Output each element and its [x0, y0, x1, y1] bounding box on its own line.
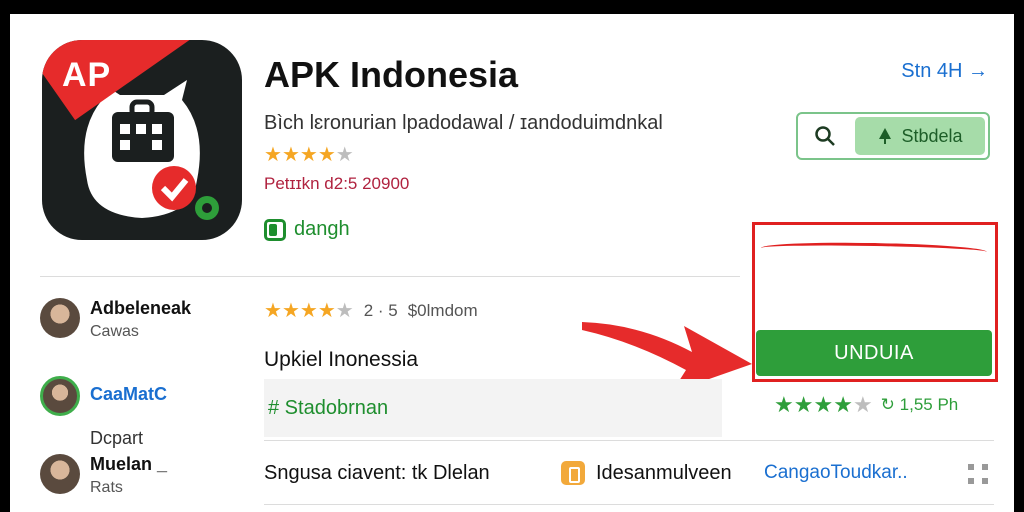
user-item[interactable]: Adbeleneak Cawas	[40, 298, 191, 341]
star-icon: ★	[774, 392, 794, 417]
avatar	[40, 454, 80, 494]
category-tag[interactable]: dangh	[264, 218, 350, 241]
avatar	[40, 298, 80, 338]
star-icon: ★	[793, 392, 814, 417]
grid-menu-icon[interactable]	[968, 464, 988, 484]
user-name: Adbeleneak	[90, 298, 192, 318]
bottom-link[interactable]: CangaoToudkar..	[764, 462, 908, 484]
action-group: Stbdela	[796, 112, 990, 160]
search-icon	[815, 126, 835, 146]
score-row: ★★★★★ ↻ 1,55 Ph	[774, 392, 958, 418]
user-item[interactable]: CaaMatC	[40, 376, 167, 416]
top-link[interactable]: Stn 4H →	[901, 60, 988, 83]
bottom-item-text[interactable]: Sngusa ciavent: tk Dlelan	[264, 462, 490, 485]
star-icon: ★	[281, 144, 300, 166]
divider	[264, 440, 994, 441]
share-button[interactable]: Stbdela	[855, 117, 985, 155]
score-meta: ↻ 1,55 Ph	[880, 395, 959, 414]
star-icon: ★	[281, 300, 300, 322]
review-summary: ★★★★★ 2 · 5 $0lmdom	[264, 298, 478, 323]
star-icon: ★	[299, 144, 318, 166]
avatar	[40, 376, 80, 416]
review-count: 2 · 5	[363, 300, 398, 320]
app-title: APK Indonesia	[264, 54, 519, 95]
category-tag-label: dangh	[294, 218, 350, 240]
star-empty-icon: ★	[335, 300, 354, 322]
user-item[interactable]: Muelan _ Rats	[40, 454, 167, 497]
app-developer[interactable]: Bìch lɛronurian lpadodawal / ɪandoduimdn…	[264, 112, 663, 135]
star-icon: ★	[264, 144, 282, 166]
release-info: Petɪɪkn d2:5 20900	[264, 174, 410, 193]
star-half-icon: ★	[317, 300, 336, 322]
section-title: Upkiel Inonessia	[264, 348, 419, 371]
app-icon: AP	[42, 40, 242, 240]
user-name: CaaMatC	[90, 384, 168, 404]
share-label: Stbdela	[901, 125, 963, 146]
user-sub: Dcpart	[90, 428, 144, 448]
score-stars: ★★★★★	[774, 392, 873, 418]
star-empty-icon: ★	[335, 144, 354, 166]
hashtag-row[interactable]: # Stadobrnan	[264, 379, 722, 437]
star-icon: ★	[299, 300, 318, 322]
star-half-icon: ★	[317, 144, 336, 166]
review-stars: ★★★★★	[264, 298, 354, 323]
user-sub: Rats	[90, 479, 123, 496]
bottom-item-label: Idesanmulveen	[596, 462, 732, 484]
star-icon: ★	[813, 392, 834, 417]
store-page: AP APK Indonesia Bìch lɛronurian lpadoda…	[10, 14, 1014, 512]
highlight-scribble	[760, 241, 988, 259]
star-icon: ★	[264, 300, 282, 322]
user-sub: Cawas	[90, 323, 139, 340]
app-rating-stars: ★★★★★	[264, 142, 354, 167]
icon-ribbon-text: AP	[62, 56, 112, 94]
tag-icon	[264, 218, 286, 241]
review-downloads: $0lmdom	[407, 300, 478, 320]
download-button[interactable]: UNDUIA	[756, 330, 992, 376]
divider	[264, 504, 994, 505]
star-half-icon: ★	[833, 392, 853, 417]
file-icon	[561, 461, 585, 485]
user-name: Muelan _	[90, 454, 168, 474]
divider	[40, 276, 740, 277]
search-button[interactable]	[801, 117, 849, 155]
tree-icon	[879, 128, 892, 144]
star-empty-icon: ★	[852, 392, 873, 417]
